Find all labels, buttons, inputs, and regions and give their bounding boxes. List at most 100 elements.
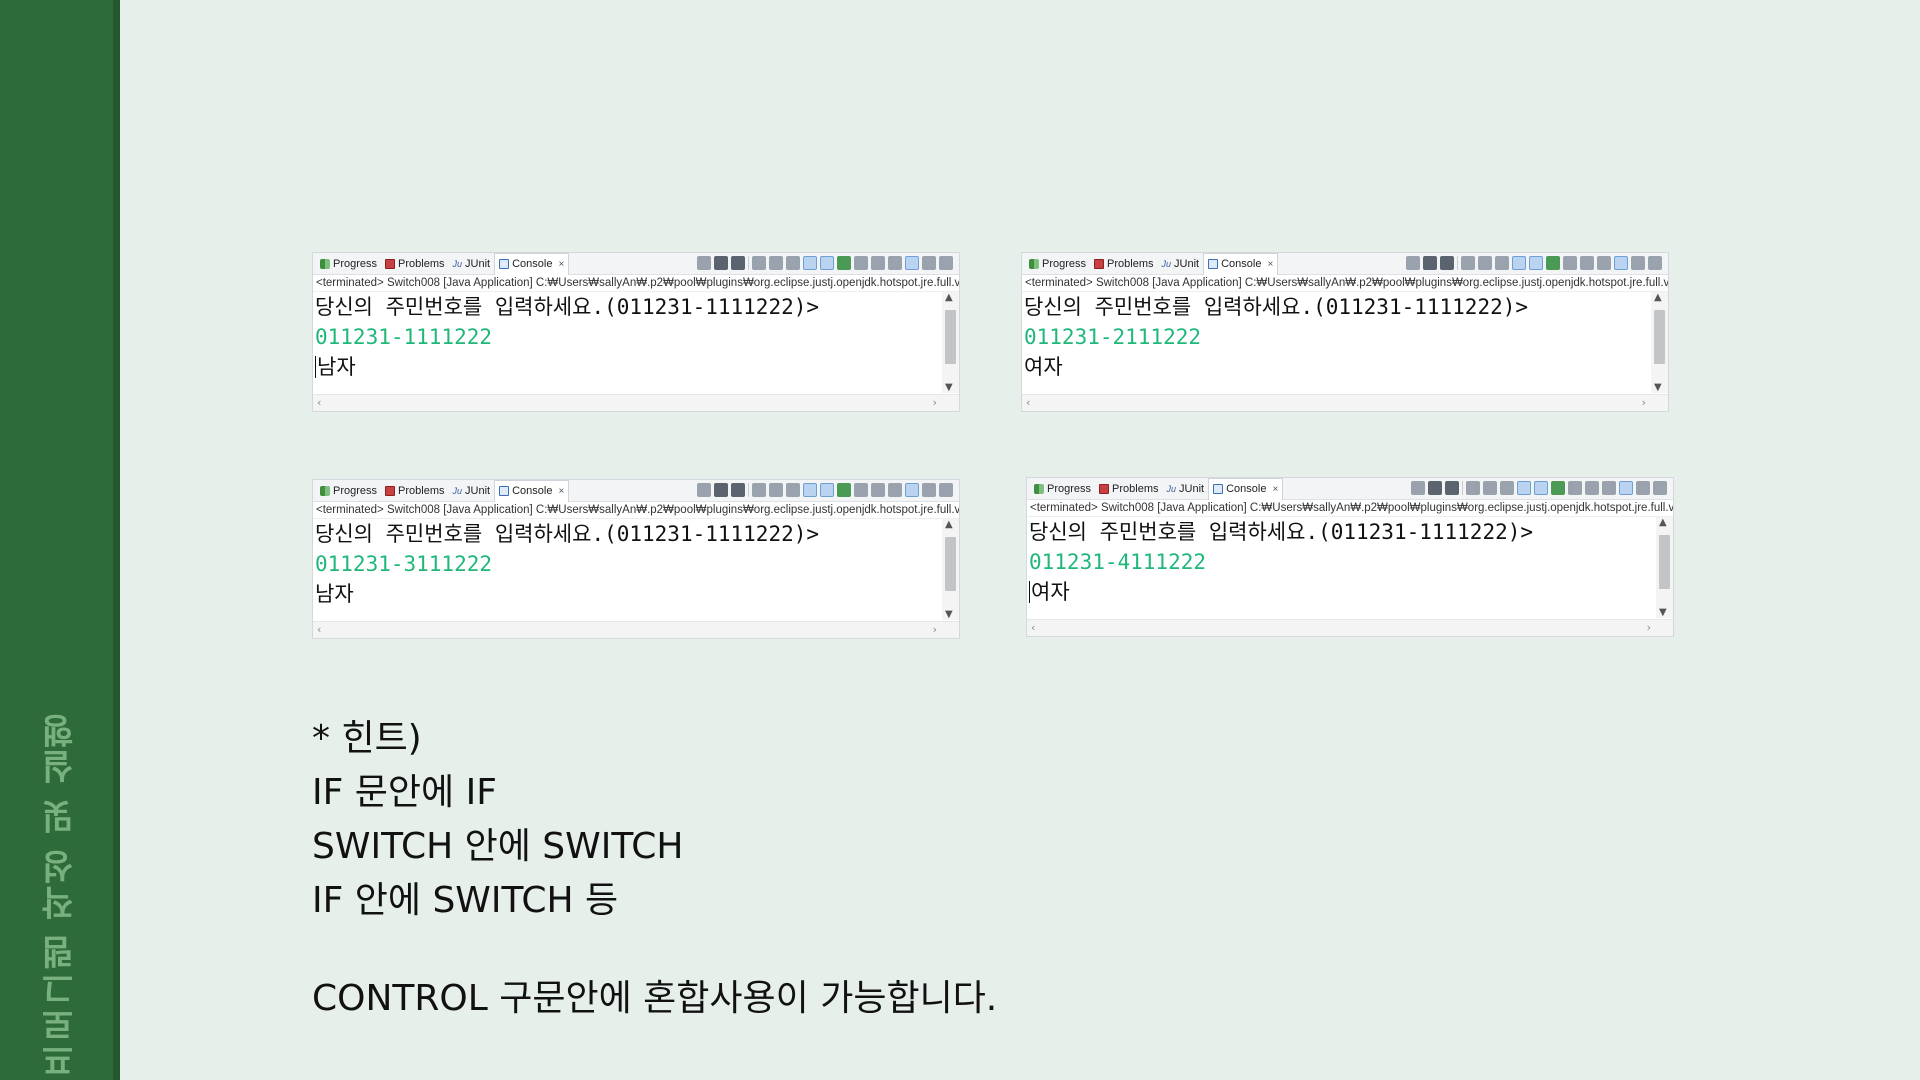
vertical-scrollbar[interactable]: ▲ ▼ (942, 292, 959, 393)
maximize-icon[interactable] (1648, 256, 1662, 270)
scroll-right-icon[interactable]: › (933, 623, 937, 636)
display-console-icon[interactable] (1568, 481, 1582, 495)
scroll-left-icon[interactable]: ‹ (317, 623, 321, 636)
tab-problems[interactable]: Problems (381, 253, 448, 275)
scroll-left-icon[interactable]: ‹ (317, 396, 321, 409)
tab-console[interactable]: Console × (494, 480, 570, 502)
scroll-right-icon[interactable]: › (1642, 396, 1646, 409)
word-wrap-icon[interactable] (786, 483, 800, 497)
scroll-right-icon[interactable]: › (933, 396, 937, 409)
terminate-icon[interactable] (1411, 481, 1425, 495)
link-icon[interactable] (1619, 481, 1633, 495)
scroll-lock-icon[interactable] (1478, 256, 1492, 270)
horizontal-scrollbar[interactable]: ‹ › (313, 621, 959, 638)
terminate-icon[interactable] (697, 483, 711, 497)
tab-problems[interactable]: Problems (381, 480, 448, 502)
copy-icon[interactable] (888, 256, 902, 270)
link-icon[interactable] (1614, 256, 1628, 270)
close-icon[interactable]: × (1267, 259, 1273, 270)
remove-all-icon[interactable] (1445, 481, 1459, 495)
vertical-scrollbar[interactable]: ▲ ▼ (1656, 517, 1673, 618)
display-console-icon[interactable] (854, 256, 868, 270)
remove-launch-icon[interactable] (714, 483, 728, 497)
tab-progress[interactable]: Progress (316, 480, 381, 502)
maximize-icon[interactable] (939, 483, 953, 497)
settings-icon[interactable] (922, 483, 936, 497)
tab-junit[interactable]: Ju JUnit (1158, 253, 1204, 275)
scroll-thumb[interactable] (1659, 535, 1670, 589)
show-stderr-icon[interactable] (820, 483, 834, 497)
show-stdout-icon[interactable] (1512, 256, 1526, 270)
remove-all-icon[interactable] (1440, 256, 1454, 270)
tab-junit[interactable]: Ju JUnit (449, 253, 495, 275)
word-wrap-icon[interactable] (1500, 481, 1514, 495)
horizontal-scrollbar[interactable]: ‹ › (313, 394, 959, 411)
clear-console-icon[interactable] (752, 256, 766, 270)
scroll-down-icon[interactable]: ▼ (1654, 382, 1662, 393)
copy-icon[interactable] (1597, 256, 1611, 270)
pin-console-icon[interactable] (1546, 256, 1560, 270)
console-output[interactable]: 당신의 주민번호를 입력하세요.(011231-1111222)> 011231… (1027, 517, 1673, 618)
word-wrap-icon[interactable] (1495, 256, 1509, 270)
scroll-up-icon[interactable]: ▲ (1659, 517, 1667, 528)
copy-icon[interactable] (888, 483, 902, 497)
pin-console-icon[interactable] (1551, 481, 1565, 495)
tab-console[interactable]: Console × (1203, 253, 1279, 275)
open-console-icon[interactable] (1585, 481, 1599, 495)
show-stdout-icon[interactable] (803, 256, 817, 270)
remove-all-icon[interactable] (731, 483, 745, 497)
scroll-thumb[interactable] (945, 310, 956, 364)
console-output[interactable]: 당신의 주민번호를 입력하세요.(011231-1111222)> 011231… (313, 292, 959, 393)
show-stderr-icon[interactable] (1534, 481, 1548, 495)
remove-launch-icon[interactable] (1428, 481, 1442, 495)
remove-launch-icon[interactable] (1423, 256, 1437, 270)
scroll-down-icon[interactable]: ▼ (1659, 607, 1667, 618)
horizontal-scrollbar[interactable]: ‹ › (1027, 619, 1673, 636)
open-console-icon[interactable] (871, 483, 885, 497)
pin-console-icon[interactable] (837, 256, 851, 270)
close-icon[interactable]: × (1272, 484, 1278, 495)
vertical-scrollbar[interactable]: ▲ ▼ (1651, 292, 1668, 393)
scroll-lock-icon[interactable] (769, 256, 783, 270)
scroll-up-icon[interactable]: ▲ (945, 292, 953, 303)
tab-progress[interactable]: Progress (1030, 478, 1095, 500)
clear-console-icon[interactable] (1461, 256, 1475, 270)
pin-console-icon[interactable] (837, 483, 851, 497)
console-output[interactable]: 당신의 주민번호를 입력하세요.(011231-1111222)> 011231… (1022, 292, 1668, 393)
tab-junit[interactable]: Ju JUnit (449, 480, 495, 502)
tab-progress[interactable]: Progress (1025, 253, 1090, 275)
open-console-icon[interactable] (1580, 256, 1594, 270)
scroll-thumb[interactable] (1654, 310, 1665, 364)
scroll-up-icon[interactable]: ▲ (945, 519, 953, 530)
show-stdout-icon[interactable] (803, 483, 817, 497)
settings-icon[interactable] (922, 256, 936, 270)
vertical-scrollbar[interactable]: ▲ ▼ (942, 519, 959, 620)
close-icon[interactable]: × (558, 486, 564, 497)
scroll-right-icon[interactable]: › (1647, 621, 1651, 634)
clear-console-icon[interactable] (752, 483, 766, 497)
remove-launch-icon[interactable] (714, 256, 728, 270)
scroll-left-icon[interactable]: ‹ (1026, 396, 1030, 409)
word-wrap-icon[interactable] (786, 256, 800, 270)
tab-console[interactable]: Console × (494, 253, 570, 275)
clear-console-icon[interactable] (1466, 481, 1480, 495)
remove-all-icon[interactable] (731, 256, 745, 270)
tab-problems[interactable]: Problems (1090, 253, 1157, 275)
link-icon[interactable] (905, 256, 919, 270)
tab-problems[interactable]: Problems (1095, 478, 1162, 500)
maximize-icon[interactable] (939, 256, 953, 270)
link-icon[interactable] (905, 483, 919, 497)
terminate-icon[interactable] (1406, 256, 1420, 270)
scroll-up-icon[interactable]: ▲ (1654, 292, 1662, 303)
tab-console[interactable]: Console × (1208, 478, 1284, 500)
horizontal-scrollbar[interactable]: ‹ › (1022, 394, 1668, 411)
open-console-icon[interactable] (871, 256, 885, 270)
scroll-down-icon[interactable]: ▼ (945, 382, 953, 393)
scroll-thumb[interactable] (945, 537, 956, 591)
show-stderr-icon[interactable] (820, 256, 834, 270)
console-output[interactable]: 당신의 주민번호를 입력하세요.(011231-1111222)> 011231… (313, 519, 959, 620)
tab-junit[interactable]: Ju JUnit (1163, 478, 1209, 500)
close-icon[interactable]: × (558, 259, 564, 270)
tab-progress[interactable]: Progress (316, 253, 381, 275)
scroll-down-icon[interactable]: ▼ (945, 609, 953, 620)
